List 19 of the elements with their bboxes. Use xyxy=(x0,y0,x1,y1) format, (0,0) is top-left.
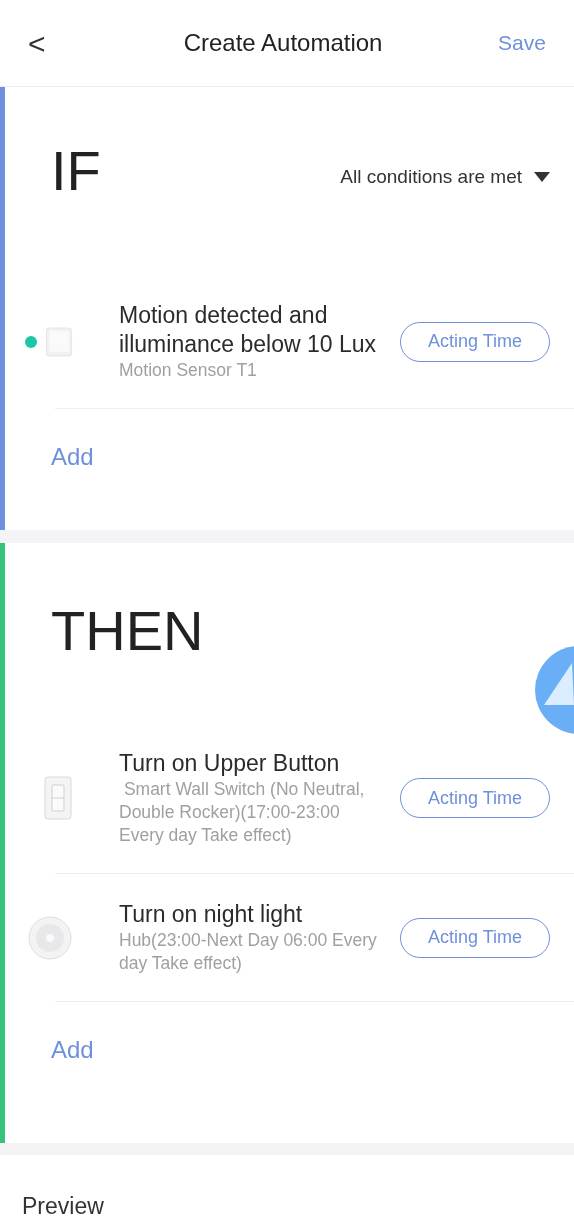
preview-label: Preview xyxy=(22,1193,104,1220)
device-description: Motion Sensor T1 xyxy=(119,359,258,383)
back-button[interactable]: < xyxy=(28,20,68,66)
rule-title: Motion detected and illuminance below 10 Lux xyxy=(119,301,377,360)
if-heading: IF xyxy=(51,139,101,204)
assistant-bubble-icon[interactable] xyxy=(532,643,574,737)
page-title: Create Automation xyxy=(183,28,383,59)
condition-dropdown[interactable]: All conditions are met xyxy=(340,163,550,192)
add-link[interactable]: Add xyxy=(51,1032,94,1068)
rule-title: Turn on Upper Button xyxy=(119,749,341,778)
then-heading: THEN xyxy=(51,599,204,662)
hub-icon xyxy=(27,914,73,961)
device-description: Hub(23:00-Next Day 06:00 Every day Take effect) xyxy=(119,929,378,975)
caret-icon xyxy=(534,172,550,183)
rule-title: Turn on night light xyxy=(119,900,304,929)
wall-switch-icon xyxy=(43,775,73,821)
device-description: Smart Wall Switch (No Neutral, Double Rocker)(17:00-23:00 Every day Take effect) xyxy=(119,778,366,847)
add-link[interactable]: Add xyxy=(51,439,94,476)
save-button[interactable]: Save xyxy=(498,27,546,59)
